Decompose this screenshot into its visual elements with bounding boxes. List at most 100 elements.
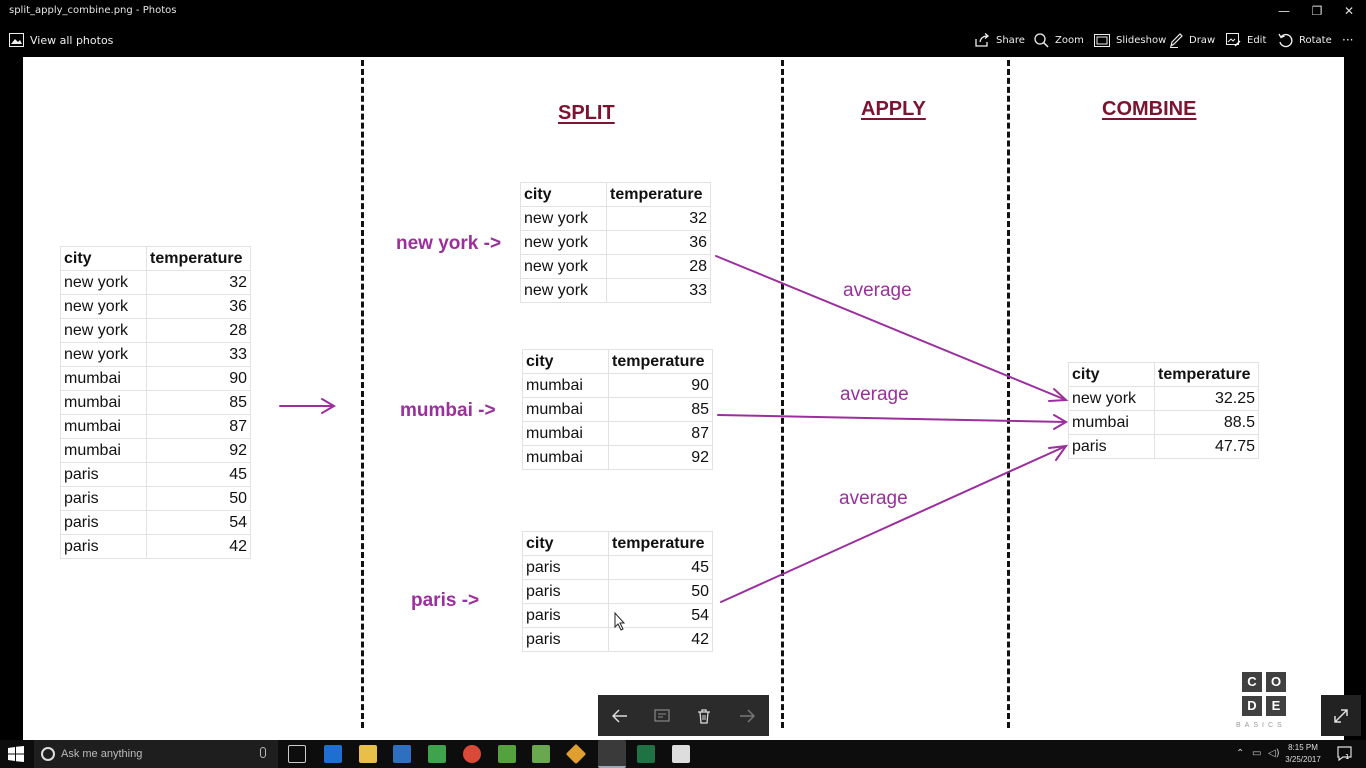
column-header-city: city: [522, 349, 609, 374]
microphone-icon[interactable]: [260, 747, 266, 758]
rotate-icon: [1278, 33, 1293, 47]
result-table: city temperature new york 32.25 mumbai 88.…: [1068, 362, 1259, 459]
cell-city: new york: [60, 270, 147, 295]
cell-temperature: 90: [146, 366, 251, 391]
more-options-button[interactable]: ···: [1342, 30, 1353, 50]
view-all-photos-button[interactable]: View all photos: [9, 30, 113, 50]
combine-heading: COMBINE: [1102, 98, 1197, 120]
volume-icon[interactable]: ◁): [1268, 748, 1280, 759]
add-to-album-button[interactable]: [650, 704, 674, 728]
notification-count: 1: [1345, 753, 1350, 761]
network-icon[interactable]: ▭: [1252, 748, 1261, 759]
table-header-row: city temperature: [60, 246, 251, 271]
photos-app-icon[interactable]: [598, 740, 626, 768]
cell-city: new york: [520, 254, 607, 279]
chevron-up-icon[interactable]: ⌃: [1236, 748, 1244, 759]
zoom-button[interactable]: Zoom: [1034, 30, 1084, 50]
store-icon[interactable]: [393, 745, 411, 763]
cell-city: new york: [60, 342, 147, 367]
restore-button[interactable]: ❐: [1301, 1, 1333, 21]
apply-label-new-york: average: [843, 280, 912, 301]
cell-temperature: 32: [606, 206, 711, 231]
group-label-paris: paris ->: [411, 590, 480, 611]
search-box[interactable]: Ask me anything: [34, 740, 278, 768]
chrome-browser-icon[interactable]: [463, 745, 481, 763]
logo-letter: E: [1266, 696, 1286, 716]
table-row: paris 47.75: [1068, 434, 1259, 459]
minimize-button[interactable]: —: [1268, 1, 1300, 21]
column-header-city: city: [520, 182, 607, 207]
edge-browser-icon[interactable]: [324, 745, 342, 763]
group-table-new-york: city temperature new york 32 new york 36 n…: [520, 182, 711, 303]
share-label: Share: [996, 34, 1025, 46]
table-row: new york 32: [520, 206, 711, 231]
photo-gallery-icon: [9, 33, 24, 47]
column-header-temperature: temperature: [606, 182, 711, 207]
cell-city: paris: [522, 603, 609, 628]
start-button[interactable]: [8, 746, 24, 767]
task-view-icon[interactable]: [288, 745, 306, 763]
divider-line: [361, 60, 364, 728]
cell-temperature: 88.5: [1154, 410, 1259, 435]
previous-photo-button[interactable]: [608, 704, 632, 728]
draw-button[interactable]: Draw: [1169, 30, 1215, 50]
git-icon[interactable]: [565, 743, 587, 765]
trash-icon: [698, 708, 710, 724]
column-header-city: city: [522, 531, 609, 556]
photo-canvas: SPLIT APPLY COMBINE city temperature new…: [23, 57, 1344, 740]
group-table-paris: city temperature paris 45 paris 50 paris 54…: [522, 531, 713, 652]
pen-icon: [1170, 32, 1183, 48]
cell-temperature: 90: [608, 373, 713, 398]
table-row: paris 54: [60, 510, 251, 535]
cell-temperature: 47.75: [1154, 434, 1259, 459]
slideshow-button[interactable]: Slideshow: [1094, 30, 1166, 50]
apply-heading: APPLY: [861, 98, 926, 120]
table-row: mumbai 87: [522, 421, 713, 446]
file-explorer-icon[interactable]: [359, 745, 377, 763]
action-center-button[interactable]: 1: [1337, 746, 1353, 765]
clock[interactable]: 8:15 PM 3/25/2017: [1282, 742, 1324, 766]
full-screen-button[interactable]: [1321, 695, 1361, 736]
camtasia-icon[interactable]: [672, 745, 690, 763]
table-row: new york 33: [520, 278, 711, 303]
close-button[interactable]: ✕: [1333, 1, 1365, 21]
source-table: city temperature new york 32 new york 36 n…: [60, 246, 251, 559]
slideshow-label: Slideshow: [1116, 34, 1167, 46]
cell-city: mumbai: [522, 421, 609, 446]
cell-city: new york: [520, 278, 607, 303]
delete-button[interactable]: [692, 704, 716, 728]
rotate-button[interactable]: Rotate: [1278, 30, 1332, 50]
cell-city: mumbai: [60, 438, 147, 463]
table-row: mumbai 92: [60, 438, 251, 463]
view-all-photos-label: View all photos: [30, 33, 114, 47]
spreadsheet-app-icon[interactable]: [428, 745, 446, 763]
windows-logo-icon: [8, 746, 24, 762]
cell-city: mumbai: [522, 397, 609, 422]
column-header-temperature: temperature: [1154, 362, 1259, 387]
divider-line: [781, 60, 784, 728]
arrow-left-icon: [612, 709, 627, 723]
cell-city: mumbai: [60, 390, 147, 415]
table-row: new york 28: [60, 318, 251, 343]
notepad-icon[interactable]: [532, 745, 550, 763]
clock-date: 3/25/2017: [1285, 755, 1321, 764]
table-row: paris 50: [522, 579, 713, 604]
cell-city: new york: [520, 206, 607, 231]
edit-button[interactable]: Edit: [1226, 30, 1266, 50]
cell-city: paris: [60, 534, 147, 559]
column-header-temperature: temperature: [608, 531, 713, 556]
pycharm-icon[interactable]: [498, 745, 516, 763]
share-button[interactable]: Share: [975, 30, 1025, 50]
rotate-label: Rotate: [1299, 34, 1332, 46]
cell-temperature: 32: [146, 270, 251, 295]
next-photo-button[interactable]: [735, 704, 759, 728]
cell-city: mumbai: [522, 373, 609, 398]
title-bar: split_apply_combine.png - Photos — ❐ ✕: [0, 0, 1366, 22]
table-header-row: city temperature: [522, 531, 713, 556]
cell-city: new york: [1068, 386, 1155, 411]
column-header-temperature: temperature: [608, 349, 713, 374]
excel-icon[interactable]: [637, 745, 655, 763]
cell-city: mumbai: [60, 414, 147, 439]
table-row: new york 32: [60, 270, 251, 295]
cell-city: paris: [522, 579, 609, 604]
